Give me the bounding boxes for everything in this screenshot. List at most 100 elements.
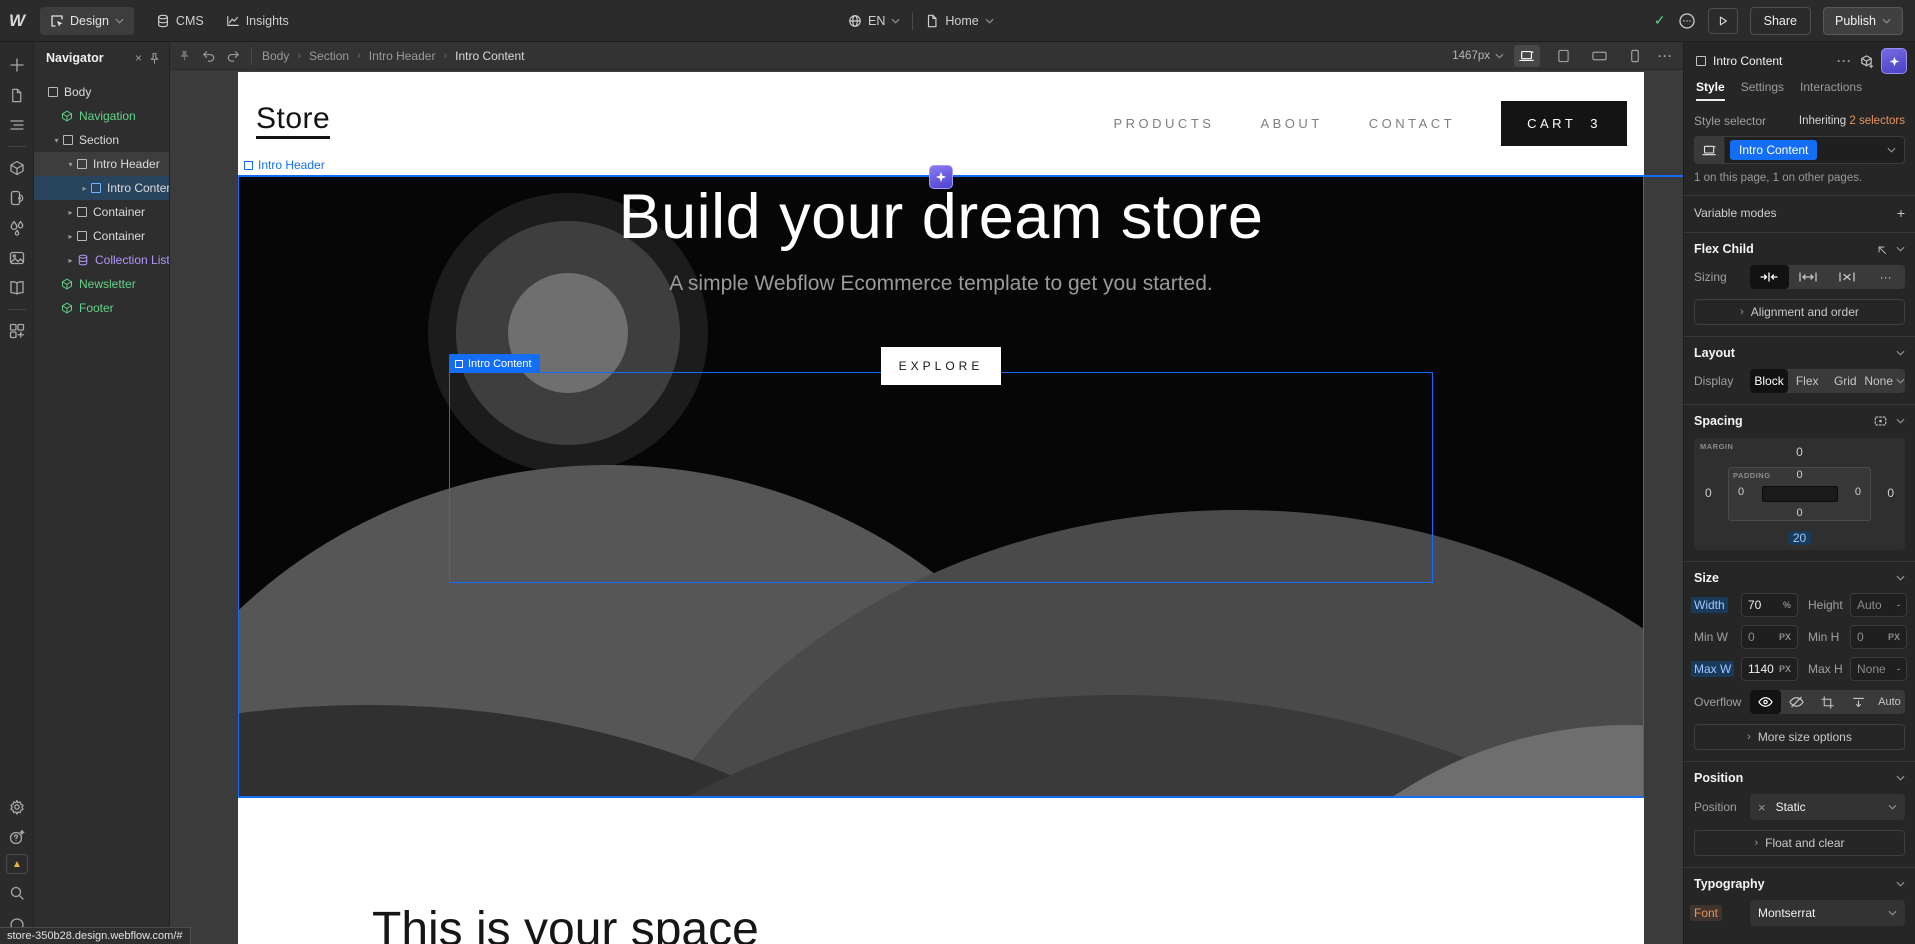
breakpoint-phone-landscape-button[interactable] xyxy=(1586,45,1612,67)
share-button[interactable]: Share xyxy=(1750,7,1811,35)
chevron-down-icon[interactable]: ▾ xyxy=(64,160,77,169)
variables-button[interactable] xyxy=(4,215,30,241)
hero-section[interactable]: Build your dream store A simple Webflow … xyxy=(238,175,1644,796)
spacing-settings-icon[interactable] xyxy=(1873,414,1888,428)
display-grid-option[interactable]: Grid xyxy=(1826,369,1864,393)
chevron-down-icon[interactable] xyxy=(1896,418,1905,424)
max-height-input[interactable]: None- xyxy=(1850,657,1907,681)
locale-selector[interactable]: EN xyxy=(848,14,900,28)
pin-icon[interactable] xyxy=(178,49,191,62)
content-section[interactable]: This is your space xyxy=(238,796,1644,944)
intro-content-element-tag[interactable]: Intro Content xyxy=(449,354,540,373)
tree-item-footer[interactable]: Footer xyxy=(34,296,169,320)
sizing-shrink-option[interactable] xyxy=(1750,265,1789,289)
site-page[interactable]: Store PRODUCTS ABOUT CONTACT CART 3 xyxy=(238,72,1644,944)
display-block-option[interactable]: Block xyxy=(1750,369,1788,393)
design-mode-button[interactable]: Design xyxy=(40,7,134,35)
chevron-right-icon[interactable]: ▸ xyxy=(78,184,91,193)
cart-button[interactable]: CART 3 xyxy=(1501,101,1627,146)
libraries-button[interactable] xyxy=(4,275,30,301)
tab-style[interactable]: Style xyxy=(1696,80,1725,101)
font-select[interactable]: Montserrat xyxy=(1750,900,1905,926)
tree-item-navigation[interactable]: Navigation xyxy=(34,104,169,128)
nav-link-contact[interactable]: CONTACT xyxy=(1369,116,1455,131)
min-height-input[interactable]: 0PX xyxy=(1850,625,1907,649)
padding-left-value[interactable]: 0 xyxy=(1738,486,1744,498)
assets-button[interactable] xyxy=(4,245,30,271)
create-component-icon[interactable] xyxy=(1859,54,1874,69)
styles-button[interactable] xyxy=(4,185,30,211)
display-flex-option[interactable]: Flex xyxy=(1788,369,1826,393)
min-height-unit[interactable]: PX xyxy=(1888,632,1900,642)
tree-item-intro-header[interactable]: ▾ Intro Header xyxy=(34,152,169,176)
tree-item-collection-list[interactable]: ▸ Collection List Wra... xyxy=(34,248,169,272)
padding-bottom-value[interactable]: 0 xyxy=(1796,507,1802,519)
close-icon[interactable]: × xyxy=(133,51,144,65)
add-elements-button[interactable] xyxy=(4,52,30,78)
intro-content-selection-box[interactable]: Intro Content xyxy=(449,372,1433,583)
cms-button[interactable]: CMS xyxy=(156,14,204,28)
chevron-right-icon[interactable]: ▸ xyxy=(64,208,77,217)
element-menu-button[interactable]: ··· xyxy=(1837,54,1852,68)
settings-button[interactable] xyxy=(4,794,30,820)
clear-icon[interactable]: × xyxy=(1758,800,1766,815)
undo-icon[interactable] xyxy=(201,48,216,63)
spacing-widget[interactable]: MARGIN 0 0 0 20 PADDING 0 0 0 0 xyxy=(1694,438,1905,550)
breadcrumb-item[interactable]: Body xyxy=(262,49,289,63)
ai-assistant-button[interactable] xyxy=(1881,48,1907,74)
section-title[interactable]: This is your space xyxy=(372,902,759,944)
chevron-right-icon[interactable]: ▸ xyxy=(64,256,77,265)
height-unit[interactable]: - xyxy=(1897,600,1900,610)
publish-button[interactable]: Publish xyxy=(1823,7,1903,35)
margin-top-value[interactable]: 0 xyxy=(1796,445,1803,459)
margin-right-value[interactable]: 0 xyxy=(1887,486,1894,500)
apps-button[interactable] xyxy=(4,318,30,344)
intro-header-element-tag[interactable]: Intro Header xyxy=(244,158,325,172)
more-breakpoints-button[interactable]: ··· xyxy=(1658,49,1673,63)
tab-interactions[interactable]: Interactions xyxy=(1800,80,1862,101)
chevron-down-icon[interactable] xyxy=(1896,575,1905,581)
max-height-unit[interactable]: - xyxy=(1897,664,1900,674)
breadcrumb-item[interactable]: Section xyxy=(309,49,349,63)
hero-subtitle[interactable]: A simple Webflow Ecommerce template to g… xyxy=(238,272,1644,296)
tree-item-container[interactable]: ▸ Container xyxy=(34,200,169,224)
preview-button[interactable] xyxy=(1708,8,1738,34)
position-select[interactable]: × Static xyxy=(1750,794,1905,820)
site-logo[interactable]: Store xyxy=(256,102,330,139)
class-pill[interactable]: Intro Content xyxy=(1730,140,1817,160)
comments-icon[interactable] xyxy=(1678,12,1696,30)
inheriting-info[interactable]: Inheriting 2 selectors xyxy=(1799,115,1905,127)
padding-top-value[interactable]: 0 xyxy=(1796,469,1802,481)
tree-item-body[interactable]: Body xyxy=(34,80,169,104)
insights-button[interactable]: Insights xyxy=(226,14,289,28)
min-width-unit[interactable]: PX xyxy=(1779,632,1791,642)
corner-arrow-icon[interactable] xyxy=(1875,243,1888,256)
hero-title[interactable]: Build your dream store xyxy=(238,181,1644,253)
tree-item-newsletter[interactable]: Newsletter xyxy=(34,272,169,296)
breadcrumb-item[interactable]: Intro Content xyxy=(455,49,524,63)
navigator-button[interactable] xyxy=(4,112,30,138)
breakpoint-phone-portrait-button[interactable] xyxy=(1622,45,1648,67)
design-canvas[interactable]: Store PRODUCTS ABOUT CONTACT CART 3 xyxy=(170,70,1683,944)
element-actions-handle[interactable] xyxy=(929,165,953,189)
float-clear-expander[interactable]: › Float and clear xyxy=(1694,830,1905,856)
status-warning-button[interactable]: ▲ xyxy=(6,854,28,874)
redo-icon[interactable] xyxy=(226,48,241,63)
pin-icon[interactable] xyxy=(148,52,161,65)
display-none-option[interactable]: None xyxy=(1864,369,1905,393)
page-selector[interactable]: Home xyxy=(925,14,993,28)
site-header-section[interactable]: Store PRODUCTS ABOUT CONTACT CART 3 xyxy=(238,72,1644,175)
overflow-auto-hidden-option[interactable] xyxy=(1843,690,1874,714)
tree-item-intro-content[interactable]: ▸ Intro Content xyxy=(34,176,169,200)
more-size-options-expander[interactable]: › More size options xyxy=(1694,724,1905,750)
pages-button[interactable] xyxy=(4,82,30,108)
tree-item-section[interactable]: ▾ Section xyxy=(34,128,169,152)
explore-button[interactable]: EXPLORE xyxy=(881,347,1001,385)
height-input[interactable]: Auto- xyxy=(1850,593,1907,617)
breakpoint-tablet-button[interactable] xyxy=(1550,45,1576,67)
tab-settings[interactable]: Settings xyxy=(1741,80,1784,101)
max-width-unit[interactable]: PX xyxy=(1779,664,1791,674)
chevron-down-icon[interactable]: ▾ xyxy=(50,136,63,145)
canvas-width-control[interactable]: 1467px xyxy=(1452,50,1504,62)
overflow-auto-option[interactable]: Auto xyxy=(1874,690,1905,714)
